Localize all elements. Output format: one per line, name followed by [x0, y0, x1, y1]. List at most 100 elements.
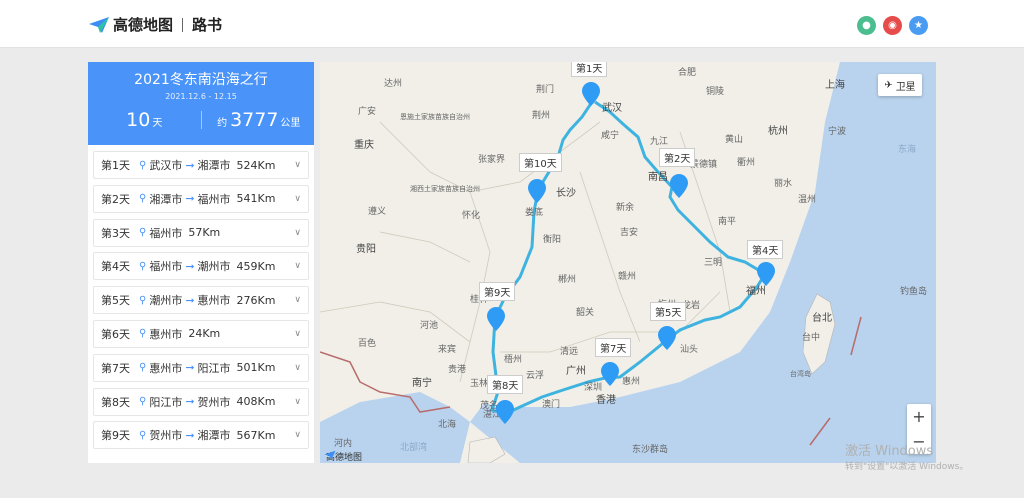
day-item[interactable]: 第1天 ⚲ 武汉市 ➞ 湘潭市 524Km ∨ [93, 151, 309, 179]
day-distance: 567Km [236, 428, 276, 442]
map-place: 云浮 [526, 371, 545, 381]
zoom-in-button[interactable]: + [907, 404, 931, 429]
map-place: 怀化 [462, 211, 481, 221]
day-marker-label[interactable]: 第7天 [595, 338, 632, 357]
day-item[interactable]: 第3天 ⚲ 福州市 57Km ∨ [93, 218, 309, 247]
arrow-right-icon: ➞ [185, 158, 195, 172]
day-label: 第7天 [101, 361, 130, 375]
map-place: 黄山 [725, 135, 744, 145]
chevron-down-icon[interactable]: ∨ [294, 194, 301, 204]
day-marker-label[interactable]: 第5天 [650, 302, 687, 321]
map-pin-icon[interactable] [658, 326, 676, 350]
chevron-down-icon[interactable]: ∨ [294, 295, 301, 305]
product-name: 路书 [192, 16, 223, 34]
distance-unit: 公里 [280, 118, 301, 129]
map-place: 荆州 [532, 111, 551, 121]
map-pin-icon[interactable] [601, 362, 619, 386]
map-place: 郴州 [558, 275, 577, 285]
map-place: 北海 [438, 420, 457, 430]
day-distance: 524Km [236, 158, 276, 172]
day-label: 第4天 [101, 260, 130, 274]
chevron-down-icon[interactable]: ∨ [294, 228, 301, 238]
map-place: 三明 [704, 258, 723, 268]
chevron-down-icon[interactable]: ∨ [294, 261, 301, 271]
map-place: 钓鱼岛 [900, 287, 928, 297]
day-label: 第9天 [101, 429, 130, 443]
map-place: 贵港 [448, 365, 467, 375]
map-place: 张家界 [478, 155, 506, 165]
day-item[interactable]: 第2天 ⚲ 湘潭市 ➞ 福州市 541Km ∨ [93, 184, 309, 213]
map-place: 韶关 [576, 308, 595, 318]
day-from: 惠州市 [149, 361, 183, 375]
map-place: 合肥 [678, 68, 697, 78]
map-place: 惠州 [622, 377, 641, 387]
location-pin-icon: ⚲ [139, 429, 147, 441]
day-distance: 541Km [236, 192, 276, 206]
satellite-label: 卫星 [895, 81, 916, 93]
sea-area [470, 62, 936, 463]
map-place: 宁波 [828, 127, 847, 137]
day-from: 福州市 [149, 226, 183, 240]
amap-logo-icon [324, 450, 336, 460]
day-to: 湘潭市 [197, 159, 231, 172]
map-place: 台北 [812, 313, 832, 324]
day-from: 阳江市 [149, 395, 183, 409]
satellite-icon: ✈ [884, 79, 893, 91]
qq-share-icon[interactable]: ★ [909, 16, 928, 35]
day-label: 第1天 [101, 159, 130, 172]
day-marker-label[interactable]: 第2天 [659, 148, 696, 167]
map-place: 娄底 [525, 208, 544, 218]
chevron-down-icon[interactable]: ∨ [294, 329, 301, 339]
day-item[interactable]: 第7天 ⚲ 惠州市 ➞ 阳江市 501Km ∨ [93, 353, 309, 382]
day-to: 贺州市 [197, 395, 231, 409]
day-item[interactable]: 第9天 ⚲ 贺州市 ➞ 湘潭市 567Km ∨ [93, 421, 309, 450]
map-place: 澳门 [542, 400, 561, 410]
location-pin-icon: ⚲ [139, 328, 147, 340]
location-pin-icon: ⚲ [139, 227, 147, 239]
arrow-right-icon: ➞ [185, 192, 195, 206]
chevron-down-icon[interactable]: ∨ [294, 430, 301, 440]
map-place: 南昌 [648, 172, 668, 183]
location-pin-icon: ⚲ [139, 294, 147, 306]
day-item[interactable]: 第8天 ⚲ 阳江市 ➞ 贺州市 408Km ∨ [93, 387, 309, 416]
chevron-down-icon[interactable]: ∨ [294, 363, 301, 373]
map-canvas[interactable]: 达州 荆门 合肥 上海 广安 恩施土家族苗族自治州 荆州 铜陵 杭州 宁波 重庆… [320, 62, 936, 463]
map-pin-icon[interactable] [670, 174, 688, 198]
day-item[interactable]: 第5天 ⚲ 潮州市 ➞ 惠州市 276Km ∨ [93, 286, 309, 315]
weibo-share-icon[interactable]: ◉ [883, 16, 902, 35]
map-place: 杭州 [768, 126, 788, 137]
day-item[interactable]: 第4天 ⚲ 福州市 ➞ 潮州市 459Km ∨ [93, 252, 309, 281]
map-place: 汕头 [680, 345, 699, 355]
map-pin-icon[interactable] [582, 82, 600, 106]
location-pin-icon: ⚲ [139, 159, 147, 171]
map-pin-icon[interactable] [757, 262, 775, 286]
share-bar: ● ◉ ★ [857, 16, 935, 35]
map-pin-icon[interactable] [487, 307, 505, 331]
day-marker-label[interactable]: 第4天 [747, 240, 784, 259]
day-from: 湘潭市 [149, 192, 183, 206]
day-marker-label[interactable]: 第10天 [519, 153, 562, 172]
map-place: 上海 [825, 80, 845, 91]
day-marker-label[interactable]: 第8天 [487, 375, 524, 394]
day-to: 湘潭市 [197, 429, 231, 443]
day-from: 福州市 [149, 260, 183, 274]
wechat-share-icon[interactable]: ● [857, 16, 876, 35]
days-count: 10 [126, 109, 151, 131]
map-place: 梧州 [504, 355, 523, 365]
day-from: 贺州市 [149, 429, 183, 443]
amap-logo[interactable]: 高德地图 路书 [88, 14, 222, 35]
day-distance: 408Km [236, 395, 276, 409]
location-pin-icon: ⚲ [139, 396, 147, 408]
day-marker-label[interactable]: 第9天 [479, 282, 516, 301]
location-pin-icon: ⚲ [139, 193, 147, 205]
map-pin-icon[interactable] [496, 400, 514, 424]
map-pin-icon[interactable] [528, 179, 546, 203]
day-marker-label[interactable]: 第1天 [571, 62, 608, 77]
map-place: 河池 [420, 321, 439, 331]
chevron-down-icon[interactable]: ∨ [294, 160, 301, 170]
trip-title: 2021冬东南沿海之行 [134, 72, 268, 88]
day-item[interactable]: 第6天 ⚲ 惠州市 24Km ∨ [93, 319, 309, 348]
satellite-toggle-button[interactable]: ✈ 卫星 [878, 74, 922, 96]
day-to: 惠州市 [197, 294, 231, 308]
chevron-down-icon[interactable]: ∨ [294, 397, 301, 407]
